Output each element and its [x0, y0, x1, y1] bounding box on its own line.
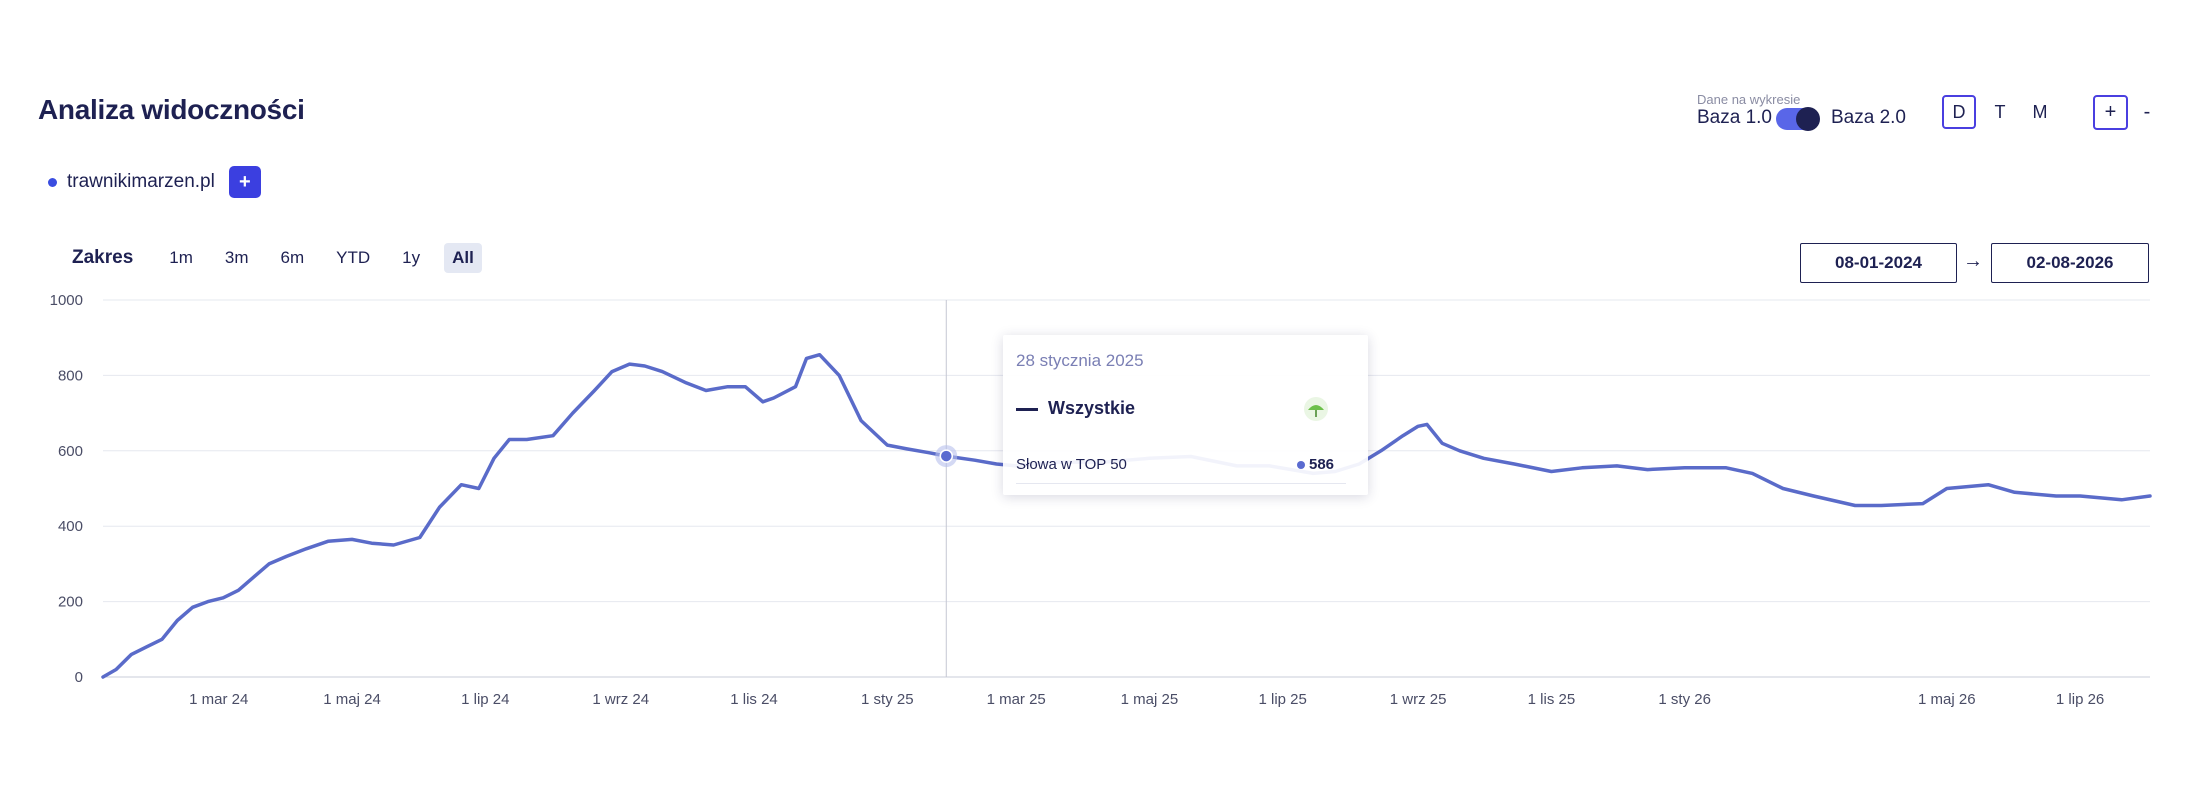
x-tick-label: 1 maj 25 [1121, 691, 1179, 708]
y-tick-label: 400 [58, 518, 83, 535]
x-tick-label: 1 lip 26 [2056, 691, 2104, 708]
tooltip-series-name: Wszystkie [1048, 398, 1136, 418]
tooltip-metric-value: 586 [1309, 456, 1335, 473]
tooltip-umbrella-icon [1304, 397, 1328, 421]
highlight-point [939, 449, 954, 463]
y-tick-label: 0 [75, 669, 83, 686]
tooltip-series-line [1016, 408, 1038, 411]
y-tick-label: 200 [58, 594, 83, 611]
x-tick-label: 1 maj 24 [323, 691, 381, 708]
y-tick-label: 1000 [50, 292, 83, 309]
x-tick-label: 1 lis 25 [1528, 691, 1576, 708]
y-tick-label: 600 [58, 443, 83, 460]
x-tick-label: 1 wrz 24 [592, 691, 649, 708]
tooltip-value-dot [1297, 461, 1305, 469]
chart-tooltip: 28 stycznia 2025 Wszystkie Słowa w TOP 5… [1003, 335, 1368, 495]
tooltip-metric-label: Słowa w TOP 50 [1016, 456, 1127, 473]
x-tick-label: 1 lis 24 [730, 691, 778, 708]
x-tick-label: 1 sty 26 [1658, 691, 1711, 708]
x-tick-label: 1 sty 25 [861, 691, 914, 708]
x-tick-label: 1 lip 25 [1259, 691, 1307, 708]
x-tick-label: 1 maj 26 [1918, 691, 1976, 708]
x-tick-label: 1 mar 25 [987, 691, 1046, 708]
y-tick-label: 800 [58, 367, 83, 384]
x-tick-label: 1 mar 24 [189, 691, 248, 708]
x-tick-label: 1 wrz 25 [1390, 691, 1447, 708]
tooltip-date: 28 stycznia 2025 [1016, 351, 1144, 370]
x-tick-label: 1 lip 24 [461, 691, 509, 708]
tooltip-divider [1016, 483, 1346, 484]
